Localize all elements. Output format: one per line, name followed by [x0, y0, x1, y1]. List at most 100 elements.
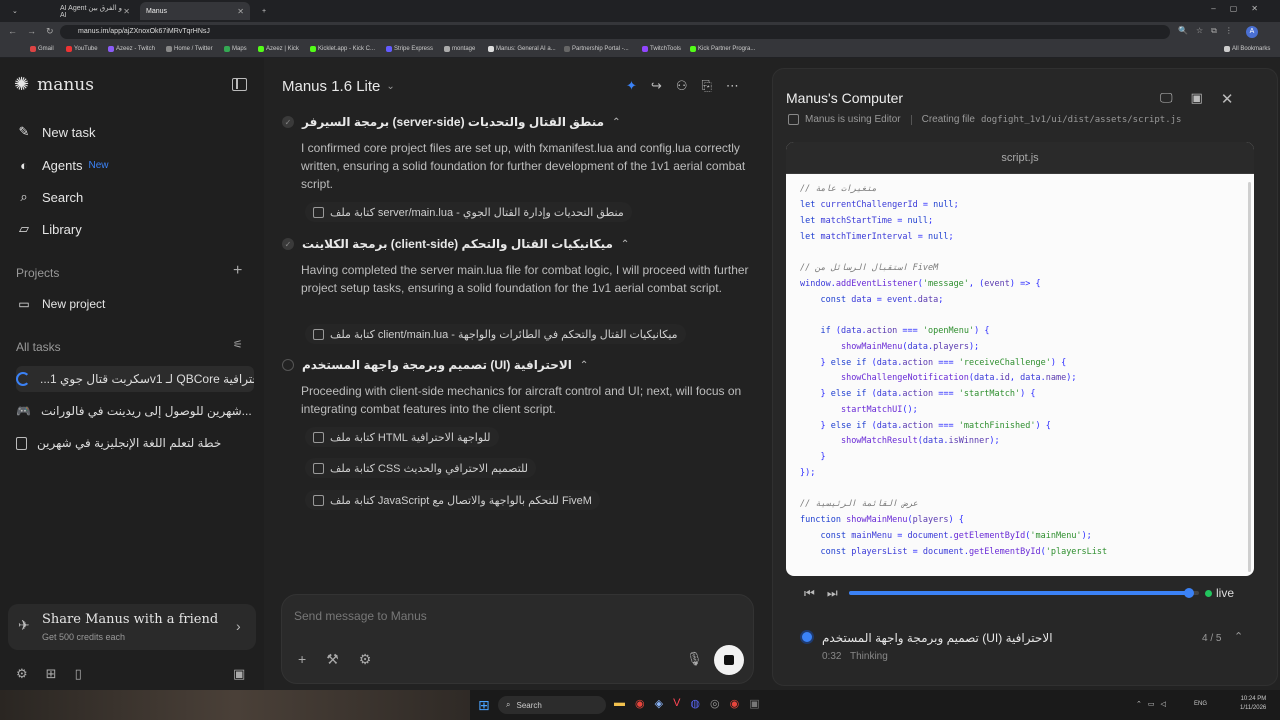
nav-agents[interactable]: ◐ Agents New	[16, 157, 108, 173]
gift-icon: ✈	[18, 617, 30, 633]
connector-icon[interactable]: ⚙	[359, 651, 372, 668]
app-icon[interactable]: ◎	[710, 697, 720, 710]
settings-icon[interactable]: ⚙	[16, 666, 28, 682]
sparkle-icon[interactable]: ✦	[626, 78, 637, 94]
language-indicator[interactable]: ENG	[1194, 701, 1207, 707]
bookmark[interactable]: Gmail	[30, 46, 54, 52]
profile-avatar[interactable]: A	[1246, 26, 1258, 38]
task-item-active[interactable]: احترافية QBCore لـ v1سكربت قتال جوي 1...	[16, 366, 254, 392]
window-controls[interactable]: –▢✕	[1211, 4, 1272, 13]
sidebar-toggle-icon[interactable]	[232, 78, 247, 91]
code-line: });	[800, 468, 816, 478]
plus-icon[interactable]: +	[298, 651, 306, 668]
taskbar-search[interactable]: ⌕ Search	[498, 696, 606, 714]
new-project[interactable]: ▭ New project	[16, 296, 105, 312]
stop-button[interactable]	[714, 645, 744, 675]
bookmark[interactable]: Manus: General AI a...	[488, 46, 556, 52]
action-pill[interactable]: للواجهة الاحترافية HTML كتابة ملف	[305, 427, 499, 447]
step-header[interactable]: ✓ ميكانيكيات القتال والتحكم (client-side…	[282, 237, 629, 251]
task-item[interactable]: خطة لتعلم اللغة الإنجليزية في شهرين	[16, 430, 254, 456]
clock[interactable]: 10:24 PM 1/11/2026	[1240, 695, 1266, 713]
action-pill[interactable]: للتصميم الاحترافي والحديث CSS كتابة ملف	[305, 458, 537, 478]
nav-buttons[interactable]: ←→↻	[8, 26, 64, 37]
bookmark[interactable]: Stripe Express	[386, 46, 433, 52]
monitor-icon[interactable]: 🖵	[1160, 90, 1173, 108]
action-pill[interactable]: منطق التحديات وإدارة القتال الجوي - serv…	[305, 202, 632, 222]
chrome-icon[interactable]: ◉	[635, 697, 645, 710]
apps-icon[interactable]: ⊞	[46, 666, 57, 682]
bookmark[interactable]: Kick Partner Progra...	[690, 46, 755, 52]
action-pill[interactable]: FiveM للتحكم بالواجهة والاتصال مع JavaSc…	[305, 490, 600, 510]
message-composer: Send message to Manus + ⚒ ⚙ 🎙	[281, 594, 754, 684]
chevron-down-icon: ⌄	[386, 81, 395, 92]
step-description: Having completed the server main.lua fil…	[301, 263, 749, 295]
valorant-icon[interactable]: V	[673, 697, 680, 710]
tab-menu-icon[interactable]: ⌄	[6, 2, 22, 20]
skip-back-icon[interactable]: ⏮	[804, 586, 815, 601]
layout-icon[interactable]: ▣	[233, 666, 245, 682]
bookmark[interactable]: Kicklet.app - Kick C...	[310, 46, 375, 52]
share-card[interactable]: ✈ Share Manus with a friend Get 500 cred…	[8, 604, 256, 650]
url-field[interactable]: manus.im/app/ajZXnoxOk67iMRvTqrHNsJ	[60, 25, 1170, 39]
nav-search[interactable]: ⌕ Search	[16, 189, 83, 205]
new-tab-icon[interactable]: +	[256, 2, 272, 20]
bookmark[interactable]: Home / Twitter	[166, 46, 213, 52]
all-bookmarks[interactable]: All Bookmarks	[1224, 46, 1270, 52]
task-item[interactable]: 🎮 ...شهرين للوصول إلى ريدينت في فالورانت	[16, 398, 254, 424]
volume-icon[interactable]: ◁	[1161, 700, 1166, 708]
model-selector[interactable]: Manus 1.6 Lite ⌄	[282, 78, 395, 95]
add-project-icon[interactable]: +	[233, 262, 242, 280]
step-header[interactable]: الاحترافية (UI) تصميم وبرمجة واجهة المست…	[282, 358, 588, 372]
bookmark-label: All Bookmarks	[1232, 46, 1271, 52]
playback-handle[interactable]	[1183, 588, 1194, 598]
bookmark[interactable]: TwitchTools	[642, 46, 681, 52]
more-icon[interactable]: ⋯	[726, 78, 739, 94]
projects-label: Projects	[16, 266, 60, 280]
chrome-icon[interactable]: ◉	[730, 697, 740, 710]
file-icon[interactable]: ⎘	[701, 78, 711, 94]
filter-icon[interactable]: ⚟	[233, 338, 243, 351]
gamepad-icon: 🎮	[16, 404, 31, 418]
close-icon[interactable]: ✕	[237, 7, 244, 16]
nav-library[interactable]: ▱ Library	[16, 221, 82, 237]
browser-tab-active[interactable]: Manus ✕	[140, 2, 250, 20]
bookmark[interactable]: YouTube	[66, 46, 98, 52]
app-icon[interactable]: ◈	[655, 697, 663, 710]
computer-actions: 🖵 ▣ ✕	[1160, 90, 1233, 108]
close-icon[interactable]: ✕	[1221, 90, 1234, 108]
code-line: } else if (data.action === 'startMatch')…	[800, 389, 1036, 399]
chevron-up-icon[interactable]: ⌃	[1136, 700, 1142, 708]
share-icon[interactable]: ↪	[651, 78, 662, 94]
chevron-up-icon[interactable]: ⌃	[1234, 630, 1243, 643]
browser-tab[interactable]: AI Agent و الفرق بين AI ✕	[54, 2, 136, 20]
bookmark[interactable]: montage	[444, 46, 475, 52]
user-add-icon[interactable]: ⚇	[676, 78, 688, 94]
editor-scrollbar[interactable]	[1248, 182, 1251, 572]
check-icon: ✓	[282, 116, 294, 128]
pending-icon	[282, 359, 294, 371]
ethernet-icon[interactable]: ▭	[1148, 700, 1155, 708]
bookmark[interactable]: Azeez | Kick	[258, 46, 299, 52]
bookmark[interactable]: Maps	[224, 46, 247, 52]
windows-start-icon[interactable]: ⊞	[478, 697, 490, 714]
bookmark[interactable]: Partnership Portal -...	[564, 46, 629, 52]
discord-icon[interactable]: ◍	[690, 697, 700, 710]
playback-track[interactable]	[849, 588, 1199, 598]
message-input[interactable]: Send message to Manus	[294, 609, 734, 623]
skip-forward-icon[interactable]: ⏭	[827, 586, 838, 601]
step-header[interactable]: ✓ منطق القتال والتحديات (server-side) بر…	[282, 115, 620, 129]
system-tray: ⌃ ▭ ◁	[1136, 700, 1166, 708]
logo[interactable]: ✺ manus	[14, 74, 94, 95]
tools-icon[interactable]: ⚒	[326, 651, 339, 668]
file-explorer-icon[interactable]: ▬	[614, 697, 625, 710]
close-icon[interactable]: ✕	[123, 7, 130, 16]
microphone-icon[interactable]: 🎙	[686, 651, 703, 667]
fullscreen-icon[interactable]: ▣	[1191, 90, 1203, 108]
action-pill[interactable]: ميكانيكيات القتال والتحكم في الطائرات وا…	[305, 324, 686, 344]
app-icon[interactable]: ▣	[749, 697, 759, 710]
bookmark[interactable]: Azeez - Twitch	[108, 46, 155, 52]
browser-actions[interactable]: 🔍☆⧉⋮	[1178, 26, 1241, 36]
mobile-icon[interactable]: ▯	[75, 666, 82, 682]
nav-new-task[interactable]: ✎ New task	[16, 124, 96, 140]
task-status-row[interactable]: الاحترافية (UI) تصميم وبرمجة واجهة المست…	[786, 626, 1254, 672]
